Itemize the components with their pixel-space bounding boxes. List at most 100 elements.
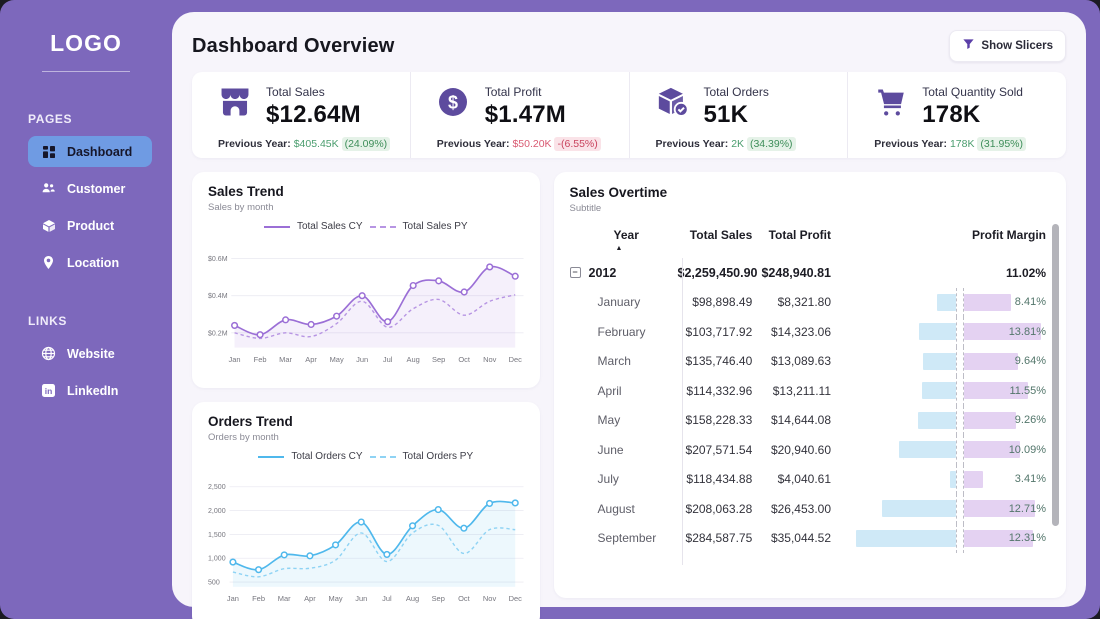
nav-item-label: Customer: [67, 181, 126, 196]
profit-margin-cell: 11.55%: [835, 376, 1050, 406]
svg-text:1,500: 1,500: [208, 532, 226, 539]
table-header-row: Year ▲ Total Sales Total Profit Profit M…: [570, 228, 1050, 252]
legend-label-sales-cy: Total Sales CY: [296, 221, 363, 232]
table-row-september[interactable]: September $284,587.75 $35,044.52 12.31%: [570, 523, 1050, 553]
kpi-prev-value: 2K: [731, 138, 745, 150]
orders-trend-title: Orders Trend: [208, 414, 293, 429]
svg-text:Jul: Jul: [382, 594, 392, 603]
table-row-year[interactable]: −2012 $2,259,450.90 $248,940.81 11.02%: [569, 258, 1050, 288]
profit-margin-cell: 12.71%: [835, 494, 1050, 524]
sales-trend-subtitle: Sales by month: [208, 202, 274, 213]
table-row-march[interactable]: March $135,746.40 $13,089.63 9.64%: [570, 346, 1050, 376]
sidebar-item-product[interactable]: Product: [28, 210, 152, 241]
nav-item-label: Product: [67, 218, 115, 233]
profit-margin-cell: 8.41%: [835, 287, 1050, 317]
column-header-total-sales[interactable]: Total Sales: [678, 228, 757, 252]
svg-text:Sep: Sep: [432, 355, 445, 364]
page-header: Dashboard Overview Show Slicers: [192, 26, 1066, 66]
sort-ascending-icon[interactable]: ▲: [616, 245, 678, 252]
sales-trend-card: Sales Trend Sales by month Total Sales C…: [192, 172, 540, 388]
month-total-profit: $13,089.63: [770, 354, 831, 369]
month-profit-margin: 11.55%: [1009, 384, 1047, 397]
year-total-profit: $248,940.81: [761, 265, 831, 280]
svg-text:Jul: Jul: [383, 355, 393, 364]
dashed-column-divider: [956, 376, 964, 406]
column-header-year[interactable]: Year ▲: [570, 228, 678, 252]
table-row-june[interactable]: June $207,571.54 $20,940.60 10.09%: [570, 435, 1050, 465]
svg-text:Dec: Dec: [509, 594, 523, 603]
dashed-column-divider: [956, 317, 964, 347]
month-total-profit: $4,040.61: [777, 472, 831, 487]
sales-trend-chart[interactable]: $0.2M $0.4M $0.6M Jan Feb Mar Apr May Jun Jul Aug S…: [208, 234, 524, 380]
dashed-column-divider: [956, 435, 964, 465]
table-row-august[interactable]: August $208,063.28 $26,453.00 12.71%: [570, 494, 1050, 524]
month-label: April: [597, 383, 622, 398]
kpi-change-badge: -(6.55%): [554, 137, 601, 151]
sales-trend-title: Sales Trend: [208, 184, 284, 199]
column-separator: [681, 258, 683, 565]
sidebar-item-dashboard[interactable]: Dashboard: [28, 136, 152, 167]
customer-icon: [41, 181, 56, 196]
kpi-previous-year: Previous Year: 2K (34.39%): [656, 137, 840, 151]
table-row-july[interactable]: July $118,434.88 $4,040.61 3.41%: [570, 464, 1050, 494]
orders-icon: [656, 86, 692, 120]
orders-trend-chart[interactable]: 500 1,000 1,500 2,000 2,500 Jan Feb Mar Apr May Ju…: [208, 464, 524, 619]
location-icon: [41, 255, 56, 270]
svg-text:$0.6M: $0.6M: [208, 256, 228, 263]
month-total-sales: $207,571.54: [685, 442, 753, 457]
month-total-profit: $26,453.00: [770, 501, 831, 516]
nav-item-label: LinkedIn: [67, 383, 119, 398]
dashed-column-divider: [956, 405, 964, 435]
svg-text:Jun: Jun: [356, 355, 368, 364]
kpi-previous-year: Previous Year: $405.45K (24.09%): [218, 137, 402, 151]
nav-item-label: Website: [67, 346, 115, 361]
main-panel: Dashboard Overview Show Slicers Total Sa…: [172, 12, 1086, 619]
month-label: August: [597, 501, 635, 516]
show-slicers-label: Show Slicers: [981, 40, 1053, 52]
month-label: September: [597, 531, 657, 546]
table-row-february[interactable]: February $103,717.92 $14,323.06 13.81%: [570, 317, 1050, 347]
year-profit-margin: 11.02%: [1005, 265, 1046, 280]
sidebar-item-customer[interactable]: Customer: [28, 173, 152, 204]
sidebar-item-location[interactable]: Location: [28, 247, 152, 278]
month-total-sales: $98,898.49: [692, 295, 753, 310]
website-icon: [41, 346, 56, 361]
sidebar-link-linkedin[interactable]: in LinkedIn: [28, 375, 152, 406]
legend-label-sales-py: Total Sales PY: [402, 221, 468, 232]
sidebar-link-website[interactable]: Website: [28, 338, 152, 369]
month-total-sales: $103,717.92: [685, 324, 753, 339]
kpi-previous-year: Previous Year: 178K (31.95%): [874, 137, 1058, 151]
column-header-profit-margin[interactable]: Profit Margin: [835, 228, 1050, 252]
svg-text:Aug: Aug: [406, 594, 419, 603]
table-scrollbar[interactable]: [1052, 224, 1059, 526]
logo-underline: [42, 71, 130, 72]
month-profit-margin: 9.26%: [1014, 414, 1046, 427]
legend-line-dashed: [369, 455, 396, 458]
table-row-may[interactable]: May $158,228.33 $14,644.08 9.26%: [570, 405, 1050, 435]
svg-text:Feb: Feb: [252, 594, 265, 603]
svg-text:Nov: Nov: [483, 594, 497, 603]
linkedin-icon: in: [41, 383, 56, 398]
store-icon: [218, 86, 254, 120]
table-row-april[interactable]: April $114,332.96 $13,211.11 11.55%: [570, 376, 1050, 406]
show-slicers-button[interactable]: Show Slicers: [949, 30, 1066, 62]
table-row-january[interactable]: January $98,898.49 $8,321.80 8.41%: [570, 287, 1050, 317]
svg-text:Mar: Mar: [279, 355, 292, 364]
pages-nav: Dashboard Customer Product Location: [0, 136, 172, 278]
month-total-sales: $284,587.75: [685, 531, 753, 546]
kpi-label: Total Orders: [703, 85, 769, 99]
column-header-total-profit[interactable]: Total Profit: [756, 228, 835, 252]
profit-data-bar: [919, 323, 956, 341]
month-profit-margin: 13.81%: [1008, 325, 1046, 338]
kpi-label: Total Profit: [484, 85, 542, 99]
year-total-sales: $2,259,450.90: [677, 265, 758, 280]
kpi-strip: Total Sales $12.64M Previous Year: $405.45…: [192, 72, 1066, 158]
svg-text:Mar: Mar: [278, 594, 291, 603]
collapse-icon[interactable]: −: [569, 267, 581, 279]
svg-text:$0.4M: $0.4M: [208, 293, 228, 300]
dollar-icon: $: [437, 86, 473, 120]
margin-data-bar: [964, 411, 1016, 429]
svg-text:Jan: Jan: [229, 355, 241, 364]
kpi-value: 51K: [703, 101, 749, 128]
profit-data-bar: [882, 500, 956, 518]
